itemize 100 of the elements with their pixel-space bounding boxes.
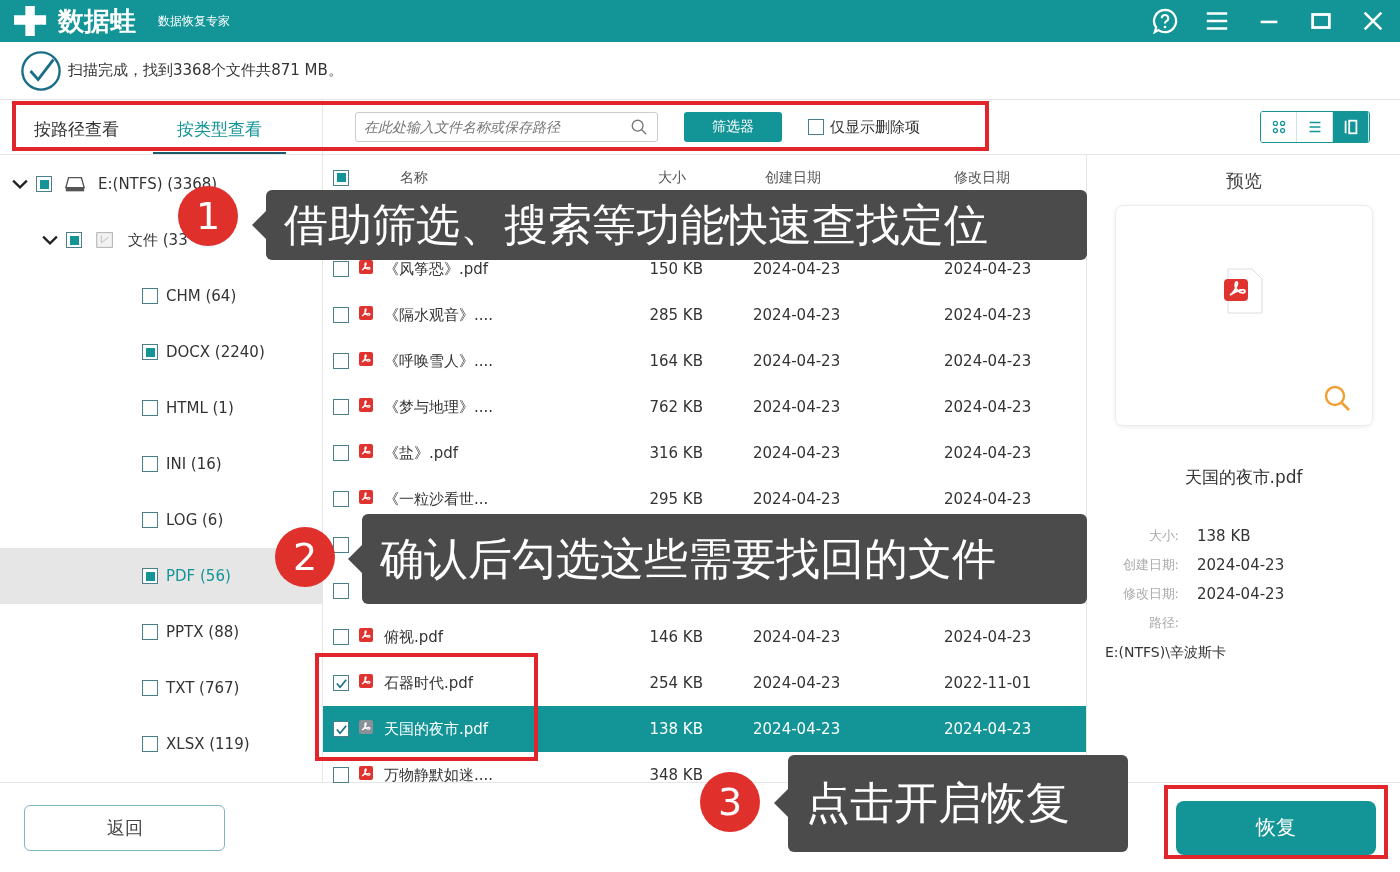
- pdf-file-icon: [358, 305, 374, 321]
- file-name: 天国的夜市.pdf: [384, 719, 490, 739]
- pdf-file-icon: [358, 673, 374, 689]
- tree-checkbox[interactable]: [142, 624, 158, 640]
- tree-item-label[interactable]: XLSX (119): [166, 735, 250, 753]
- column-header[interactable]: 修改日期: [894, 168, 1086, 187]
- tree-item-label[interactable]: 文件 (33: [128, 230, 188, 250]
- modified-date: 2024-04-23: [943, 490, 1033, 508]
- row-checkbox[interactable]: [333, 399, 349, 415]
- tree-checkbox[interactable]: [142, 568, 158, 584]
- row-checkbox[interactable]: [333, 445, 349, 461]
- created-date: 2024-04-23: [752, 260, 842, 278]
- file-name: 《风筝恐》.pdf: [384, 259, 490, 279]
- file-path: E:(NTFS)\辛波斯卡: [1105, 644, 1226, 662]
- file-name: 《盐》.pdf: [384, 443, 460, 463]
- detail-label: 修改日期:: [1121, 585, 1179, 603]
- tree-item-label[interactable]: HTML (1): [166, 399, 234, 417]
- row-checkbox[interactable]: [333, 307, 349, 323]
- tree-checkbox[interactable]: [142, 344, 158, 360]
- file-name: 石器时代.pdf: [384, 673, 475, 693]
- row-checkbox[interactable]: [333, 491, 349, 507]
- callout-text: 确认后勾选这些需要找回的文件: [362, 514, 1087, 604]
- search-icon: [630, 118, 648, 136]
- deleted-only-checkbox[interactable]: [808, 119, 824, 135]
- check-circle-icon: [20, 49, 62, 92]
- column-header[interactable]: 名称: [384, 168, 640, 187]
- created-date: 2024-04-23: [752, 352, 842, 370]
- chevron-down-icon[interactable]: [42, 234, 58, 246]
- row-checkbox[interactable]: [333, 261, 349, 277]
- file-size: 146 KB: [648, 628, 703, 646]
- tree-checkbox[interactable]: [142, 736, 158, 752]
- created-date: 2024-04-23: [752, 306, 842, 324]
- modified-date: 2024-04-23: [943, 398, 1033, 416]
- tree-checkbox[interactable]: [142, 288, 158, 304]
- tree-checkbox[interactable]: [142, 512, 158, 528]
- tree-checkbox[interactable]: [36, 176, 52, 192]
- tree-item-label[interactable]: LOG (6): [166, 511, 224, 529]
- file-size: 138 KB: [648, 720, 703, 738]
- app-name: 数据蛙: [58, 4, 136, 38]
- pdf-file-icon: [358, 719, 374, 735]
- grid-view-button[interactable]: [1261, 112, 1297, 142]
- detail-value: 2024-04-23: [1197, 585, 1285, 603]
- row-checkbox[interactable]: [333, 629, 349, 645]
- tree-item-label[interactable]: INI (16): [166, 455, 222, 473]
- tree-item-label[interactable]: CHM (64): [166, 287, 237, 305]
- row-checkbox[interactable]: [333, 583, 349, 599]
- detail-view-button[interactable]: [1333, 112, 1369, 142]
- tree-checkbox[interactable]: [142, 456, 158, 472]
- chevron-down-icon[interactable]: [12, 178, 28, 190]
- filter-button[interactable]: 筛选器: [684, 112, 782, 142]
- modified-date: 2024-04-23: [943, 352, 1033, 370]
- file-name: 《梦与地理》....: [384, 397, 495, 417]
- drive-icon: [64, 174, 86, 194]
- callout-text: 点击开启恢复: [788, 755, 1128, 852]
- detail-value: 138 KB: [1197, 527, 1252, 545]
- help-icon[interactable]: [1152, 8, 1178, 34]
- file-name: 万物静默如迷....: [384, 765, 495, 785]
- back-button[interactable]: 返回: [24, 804, 225, 851]
- pdf-file-icon: [358, 489, 374, 505]
- created-date: 2024-04-23: [752, 490, 842, 508]
- pdf-file-icon: [358, 443, 374, 459]
- row-checkbox[interactable]: [333, 537, 349, 553]
- created-date: 2024-04-23: [752, 674, 842, 692]
- tree-item-label[interactable]: TXT (767): [166, 679, 240, 697]
- file-size: 164 KB: [648, 352, 703, 370]
- row-checkbox[interactable]: [333, 353, 349, 369]
- file-size: 150 KB: [648, 260, 703, 278]
- column-header[interactable]: 大小: [640, 168, 703, 187]
- row-checkbox[interactable]: [333, 767, 349, 783]
- pdf-file-icon: [358, 397, 374, 413]
- pdf-file-icon: [358, 351, 374, 367]
- tree-checkbox[interactable]: [66, 232, 82, 248]
- folder-icon: [94, 230, 116, 250]
- detail-label: 路径:: [1147, 614, 1179, 632]
- file-size: 254 KB: [648, 674, 703, 692]
- recover-button[interactable]: 恢复: [1176, 800, 1376, 855]
- detail-label: 创建日期:: [1121, 556, 1179, 574]
- file-name: 《一粒沙看世...: [384, 489, 490, 509]
- file-name: 《隔水观音》....: [384, 305, 495, 325]
- row-checkbox[interactable]: [333, 721, 349, 737]
- file-size: 348 KB: [648, 766, 703, 784]
- tree-item-label[interactable]: PPTX (88): [166, 623, 240, 641]
- column-header[interactable]: 创建日期: [703, 168, 894, 187]
- search-field[interactable]: 在此处输入文件名称或保存路径: [355, 112, 658, 142]
- file-size: 762 KB: [648, 398, 703, 416]
- view-tab[interactable]: 按路径查看: [10, 100, 143, 154]
- scan-status: 扫描完成，找到3368个文件共871 MB。: [68, 61, 343, 80]
- row-checkbox[interactable]: [333, 675, 349, 691]
- tree-checkbox[interactable]: [142, 400, 158, 416]
- pdf-file-icon: [358, 765, 374, 781]
- view-tab[interactable]: 按类型查看: [153, 100, 286, 154]
- detail-value: 2024-04-23: [1197, 556, 1285, 574]
- file-size: 285 KB: [648, 306, 703, 324]
- select-all-checkbox[interactable]: [333, 169, 349, 186]
- tree-checkbox[interactable]: [142, 680, 158, 696]
- file-size: 295 KB: [648, 490, 703, 508]
- preview-title: 预览: [1225, 169, 1262, 193]
- created-date: 2024-04-23: [752, 628, 842, 646]
- tree-item-label[interactable]: DOCX (2240): [166, 343, 265, 361]
- file-name: 俯视.pdf: [384, 627, 445, 647]
